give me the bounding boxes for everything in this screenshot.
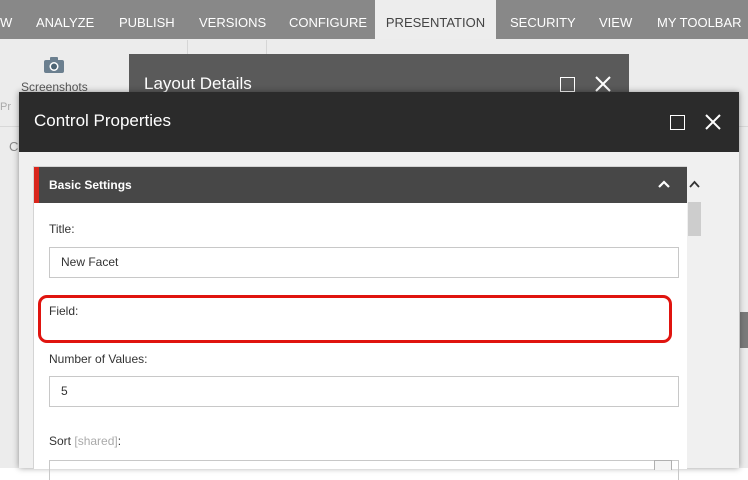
sort-colon: :: [117, 434, 122, 448]
sort-select[interactable]: [49, 460, 679, 480]
maximize-icon[interactable]: [560, 77, 575, 92]
background-panel-strip: [740, 312, 748, 348]
maximize-icon[interactable]: [670, 115, 685, 130]
title-input[interactable]: New Facet: [49, 247, 679, 278]
scrollbar[interactable]: [687, 166, 702, 468]
tab-view[interactable]: VIEW: [599, 0, 632, 39]
section-title: Basic Settings: [49, 178, 132, 192]
sort-dropdown-button[interactable]: [654, 460, 672, 470]
sort-label-text: Sort: [49, 434, 72, 448]
control-properties-dialog: Control Properties Basic Settings Title:…: [19, 92, 739, 480]
number-of-values-label: Number of Values:: [49, 352, 148, 366]
tab-analyze[interactable]: ANALYZE: [36, 0, 94, 39]
dialog-body: Basic Settings Title: New Facet Field: N…: [19, 152, 739, 480]
tab-configure[interactable]: CONFIGURE: [289, 0, 367, 39]
tab-security[interactable]: SECURITY: [510, 0, 576, 39]
ribbon-tab-bar: W ANALYZE PUBLISH VERSIONS CONFIGURE PRE…: [0, 0, 748, 39]
scroll-up-icon[interactable]: [689, 180, 700, 188]
close-icon[interactable]: [704, 113, 722, 131]
number-of-values-input[interactable]: 5: [49, 376, 679, 407]
layout-details-title: Layout Details: [144, 74, 252, 93]
partial-label-c: C: [9, 139, 19, 154]
tab-presentation[interactable]: PRESENTATION: [375, 0, 496, 39]
tab-publish[interactable]: PUBLISH: [119, 0, 175, 39]
properties-form: Basic Settings Title: New Facet Field: N…: [33, 166, 688, 480]
partial-label: Pr: [0, 101, 11, 113]
sort-label: Sort [shared]:: [49, 434, 121, 448]
tab-versions[interactable]: VERSIONS: [199, 0, 266, 39]
dialog-title: Control Properties: [34, 111, 172, 130]
chevron-up-icon[interactable]: [658, 180, 670, 188]
tab-partial-w[interactable]: W: [0, 0, 12, 39]
field-highlight-box: [38, 295, 672, 343]
camera-icon: [44, 57, 64, 73]
close-icon[interactable]: [594, 75, 612, 93]
dialog-header: Control Properties: [19, 92, 739, 152]
basic-settings-section-header[interactable]: Basic Settings: [34, 167, 687, 203]
title-label: Title:: [49, 222, 75, 236]
tab-my-toolbar[interactable]: MY TOOLBAR: [657, 0, 742, 39]
scroll-thumb[interactable]: [688, 202, 701, 236]
shared-tag: [shared]: [74, 434, 118, 448]
